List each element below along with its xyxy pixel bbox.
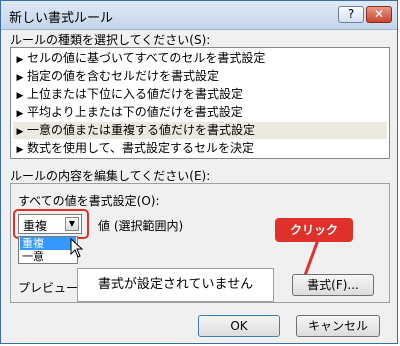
rule-type-item[interactable]: ▶ セルの値に基づいてすべてのセルを書式設定 (13, 50, 387, 67)
ok-button[interactable]: OK (198, 315, 280, 337)
bullet-arrow-icon: ▶ (16, 109, 24, 119)
highlight-ring (13, 209, 89, 239)
option-duplicate[interactable]: 重複 (20, 237, 76, 250)
rule-type-item-label: セルの値に基づいてすべてのセルを書式設定 (27, 51, 266, 65)
format-all-label: すべての値を書式設定(O): (18, 194, 160, 208)
bullet-arrow-icon: ▶ (16, 55, 24, 65)
combo-suffix-label: 値 (選択範囲内) (98, 219, 184, 233)
preview-label: プレビュー: (18, 281, 83, 295)
rule-type-item[interactable]: ▶ 指定の値を含むセルだけを書式設定 (13, 68, 387, 85)
format-button[interactable]: 書式(F)... (292, 274, 374, 296)
rule-type-item-label: 平均より上または下の値だけを書式設定 (27, 105, 243, 119)
rule-type-label: ルールの種類を選択してください(S): (10, 33, 211, 47)
rule-edit-label: ルールの内容を編集してください(E): (10, 169, 211, 183)
rule-type-item-label: 上位または下位に入る値だけを書式設定 (27, 87, 244, 101)
bullet-arrow-icon: ▶ (16, 73, 24, 83)
mouse-cursor-icon (70, 238, 84, 258)
rule-type-item-selected[interactable]: ▶ 一意の値または重複する値だけを書式設定 (13, 122, 387, 139)
preview-box: 書式が設定されていません (77, 268, 274, 302)
dialog-title: 新しい書式ルール (9, 11, 114, 26)
rule-type-list[interactable]: ▶ セルの値に基づいてすべてのセルを書式設定 ▶ 指定の値を含むセルだけを書式設定 … (10, 47, 390, 159)
combo-dropdown-list[interactable]: 重複 一意 (18, 236, 78, 264)
bullet-arrow-icon: ▶ (16, 145, 24, 155)
click-callout: クリック (275, 218, 353, 242)
rule-type-item[interactable]: ▶ 平均より上または下の値だけを書式設定 (13, 104, 387, 121)
rule-type-item-label: 数式を使用して、書式設定するセルを決定 (27, 141, 255, 155)
rule-type-item-label: 一意の値または重複する値だけを書式設定 (27, 123, 256, 137)
title-bar: 新しい書式ルール ? ✕ (1, 1, 397, 30)
bullet-arrow-icon: ▶ (16, 91, 24, 101)
rule-type-item[interactable]: ▶ 数式を使用して、書式設定するセルを決定 (13, 140, 387, 157)
option-unique[interactable]: 一意 (20, 250, 76, 263)
rule-type-item-label: 指定の値を含むセルだけを書式設定 (27, 69, 220, 83)
help-button[interactable]: ? (338, 6, 364, 23)
cancel-button[interactable]: キャンセル (296, 315, 380, 337)
rule-type-item[interactable]: ▶ 上位または下位に入る値だけを書式設定 (13, 86, 387, 103)
close-button[interactable]: ✕ (366, 6, 392, 23)
bullet-arrow-icon: ▶ (16, 127, 24, 137)
